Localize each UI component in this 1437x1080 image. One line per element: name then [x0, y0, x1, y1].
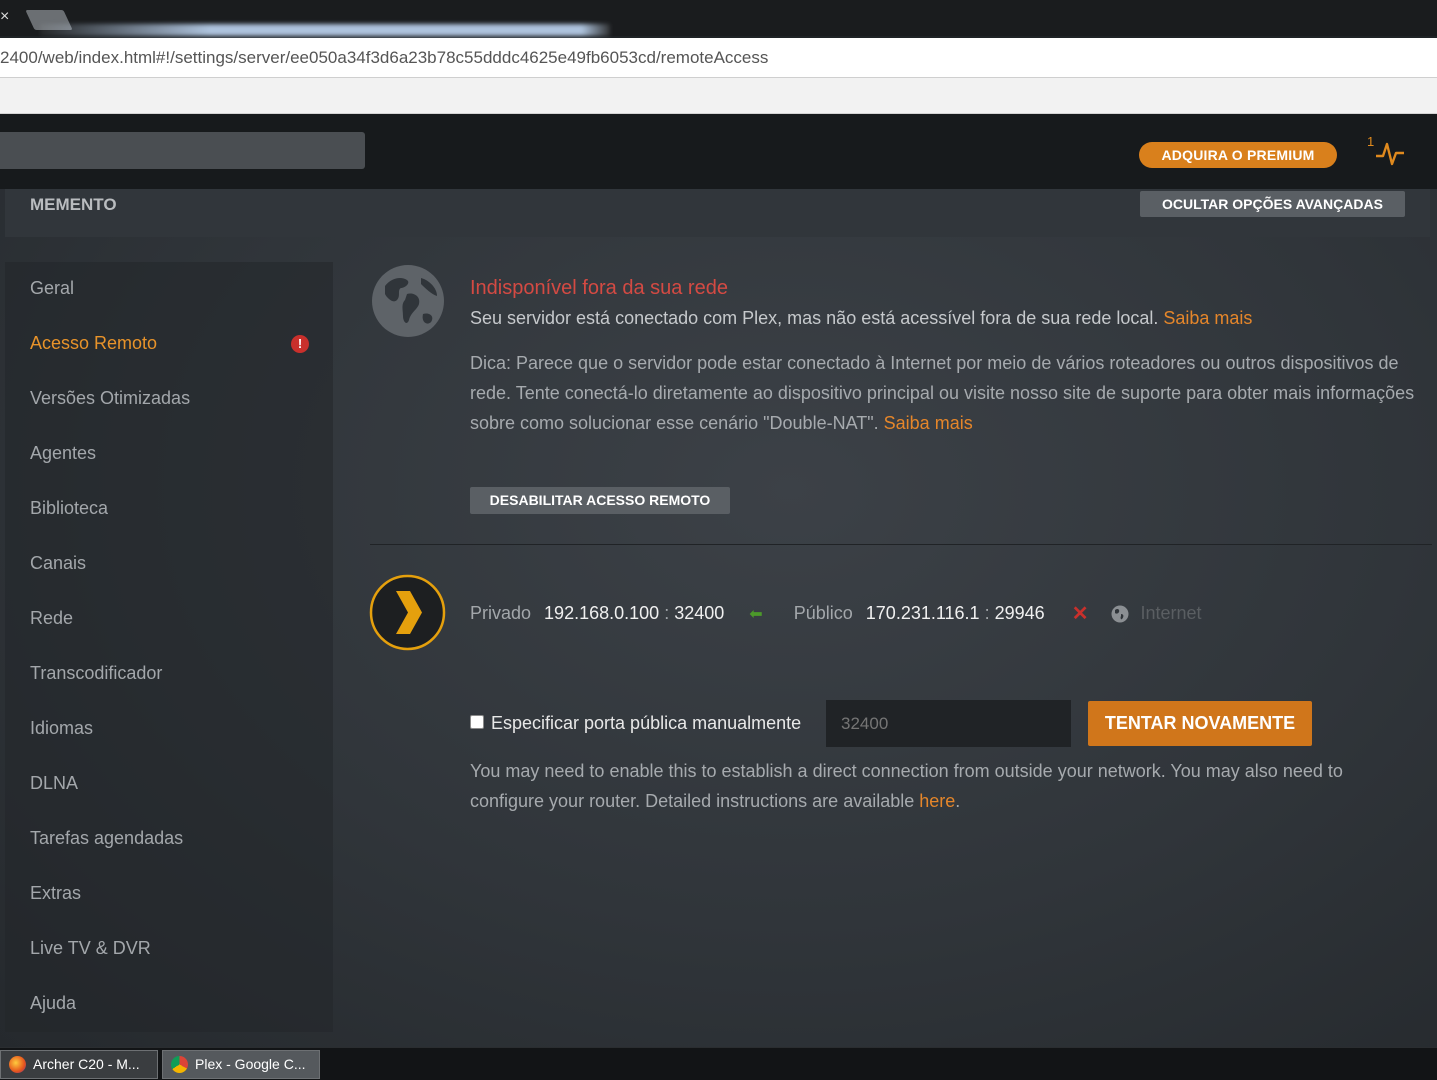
manual-port-help-text: You may need to enable this to establish… [470, 761, 1343, 811]
manual-port-label[interactable]: Especificar porta pública manualmente [491, 713, 801, 734]
sidebar-item-ajuda[interactable]: Ajuda [30, 993, 76, 1014]
search-input[interactable] [0, 132, 365, 169]
disable-remote-access-button[interactable]: DESABILITAR ACESSO REMOTO [470, 487, 730, 514]
sidebar-item-live-tv-dvr[interactable]: Live TV & DVR [30, 938, 151, 959]
help-text-end: . [955, 791, 961, 811]
sidebar-item-rede[interactable]: Rede [30, 608, 73, 629]
private-port: 32400 [674, 603, 725, 623]
internet-globe-icon [1111, 605, 1129, 622]
settings-sidebar: Geral Acesso Remoto ! Versões Otimizadas… [5, 262, 333, 1032]
firefox-icon [9, 1056, 26, 1073]
plex-chevron-icon [369, 574, 446, 651]
connection-row: Privado 192.168.0.100 : 32400 ⬅ Público … [470, 601, 1202, 626]
taskbar-item-label: Archer C20 - M... [33, 1056, 140, 1072]
tab-close-icon[interactable]: × [0, 8, 9, 26]
remote-tip: Dica: Parece que o servidor pode estar c… [470, 348, 1430, 438]
sidebar-item-biblioteca[interactable]: Biblioteca [30, 498, 108, 519]
server-bar: MEMENTO OCULTAR OPÇÕES AVANÇADAS [5, 189, 1430, 237]
taskbar-item-firefox[interactable]: Archer C20 - M... [0, 1050, 158, 1079]
remote-status-title: Indisponível fora da sua rede [470, 277, 728, 299]
remote-status-desc-text: Seu servidor está conectado com Plex, ma… [470, 308, 1159, 328]
private-label: Privado [470, 603, 532, 623]
private-port-separator: : [664, 603, 670, 623]
plex-header: ADQUIRA O PREMIUM 1 [0, 114, 1437, 189]
sidebar-item-versoes-otimizadas[interactable]: Versões Otimizadas [30, 388, 190, 409]
address-bar[interactable]: 2400/web/index.html#!/settings/server/ee… [0, 38, 1437, 78]
sidebar-item-tarefas-agendadas[interactable]: Tarefas agendadas [30, 828, 183, 849]
section-divider [370, 544, 1432, 545]
taskbar-item-label: Plex - Google C... [195, 1056, 306, 1072]
sidebar-item-transcodificador[interactable]: Transcodificador [30, 663, 162, 684]
get-premium-button[interactable]: ADQUIRA O PREMIUM [1139, 142, 1337, 168]
remote-status-desc: Seu servidor está conectado com Plex, ma… [470, 308, 1252, 329]
sidebar-item-idiomas[interactable]: Idiomas [30, 718, 93, 739]
sidebar-item-canais[interactable]: Canais [30, 553, 86, 574]
url-text[interactable]: 2400/web/index.html#!/settings/server/ee… [0, 48, 768, 68]
manual-port-help: You may need to enable this to establish… [470, 756, 1410, 816]
taskbar-item-chrome[interactable]: Plex - Google C... [162, 1050, 320, 1079]
learn-more-link[interactable]: Saiba mais [1163, 308, 1252, 328]
x-icon: ✕ [1071, 603, 1089, 625]
os-taskbar: Archer C20 - M... Plex - Google C... [0, 1047, 1437, 1080]
globe-icon [372, 265, 444, 337]
instructions-here-link[interactable]: here [919, 791, 955, 811]
public-port-input[interactable] [826, 700, 1071, 747]
hide-advanced-button[interactable]: OCULTAR OPÇÕES AVANÇADAS [1140, 191, 1405, 217]
manual-port-checkbox[interactable] [470, 715, 484, 729]
public-port-separator: : [984, 603, 990, 623]
public-port: 29946 [994, 603, 1045, 623]
server-name: MEMENTO [30, 195, 117, 214]
public-ip: 170.231.116.1 [865, 603, 980, 623]
retry-button[interactable]: TENTAR NOVAMENTE [1088, 701, 1312, 746]
sidebar-item-acesso-remoto[interactable]: Acesso Remoto [30, 333, 157, 354]
chrome-icon [171, 1056, 188, 1073]
tab-strip-blur [40, 24, 610, 36]
public-label: Público [793, 603, 853, 623]
bookmark-bar [0, 78, 1437, 114]
sidebar-item-extras[interactable]: Extras [30, 883, 81, 904]
alert-icon: ! [291, 335, 309, 353]
browser-tabstrip: × [0, 0, 1437, 36]
private-ip: 192.168.0.100 [544, 603, 660, 623]
sidebar-item-agentes[interactable]: Agentes [30, 443, 96, 464]
sidebar-item-geral[interactable]: Geral [30, 278, 74, 299]
arrow-left-icon: ⬅ [749, 605, 763, 623]
tip-learn-more-link[interactable]: Saiba mais [884, 413, 973, 433]
sidebar-item-dlna[interactable]: DLNA [30, 773, 78, 794]
internet-label: Internet [1140, 603, 1202, 623]
activity-pulse-icon[interactable] [1374, 136, 1406, 168]
